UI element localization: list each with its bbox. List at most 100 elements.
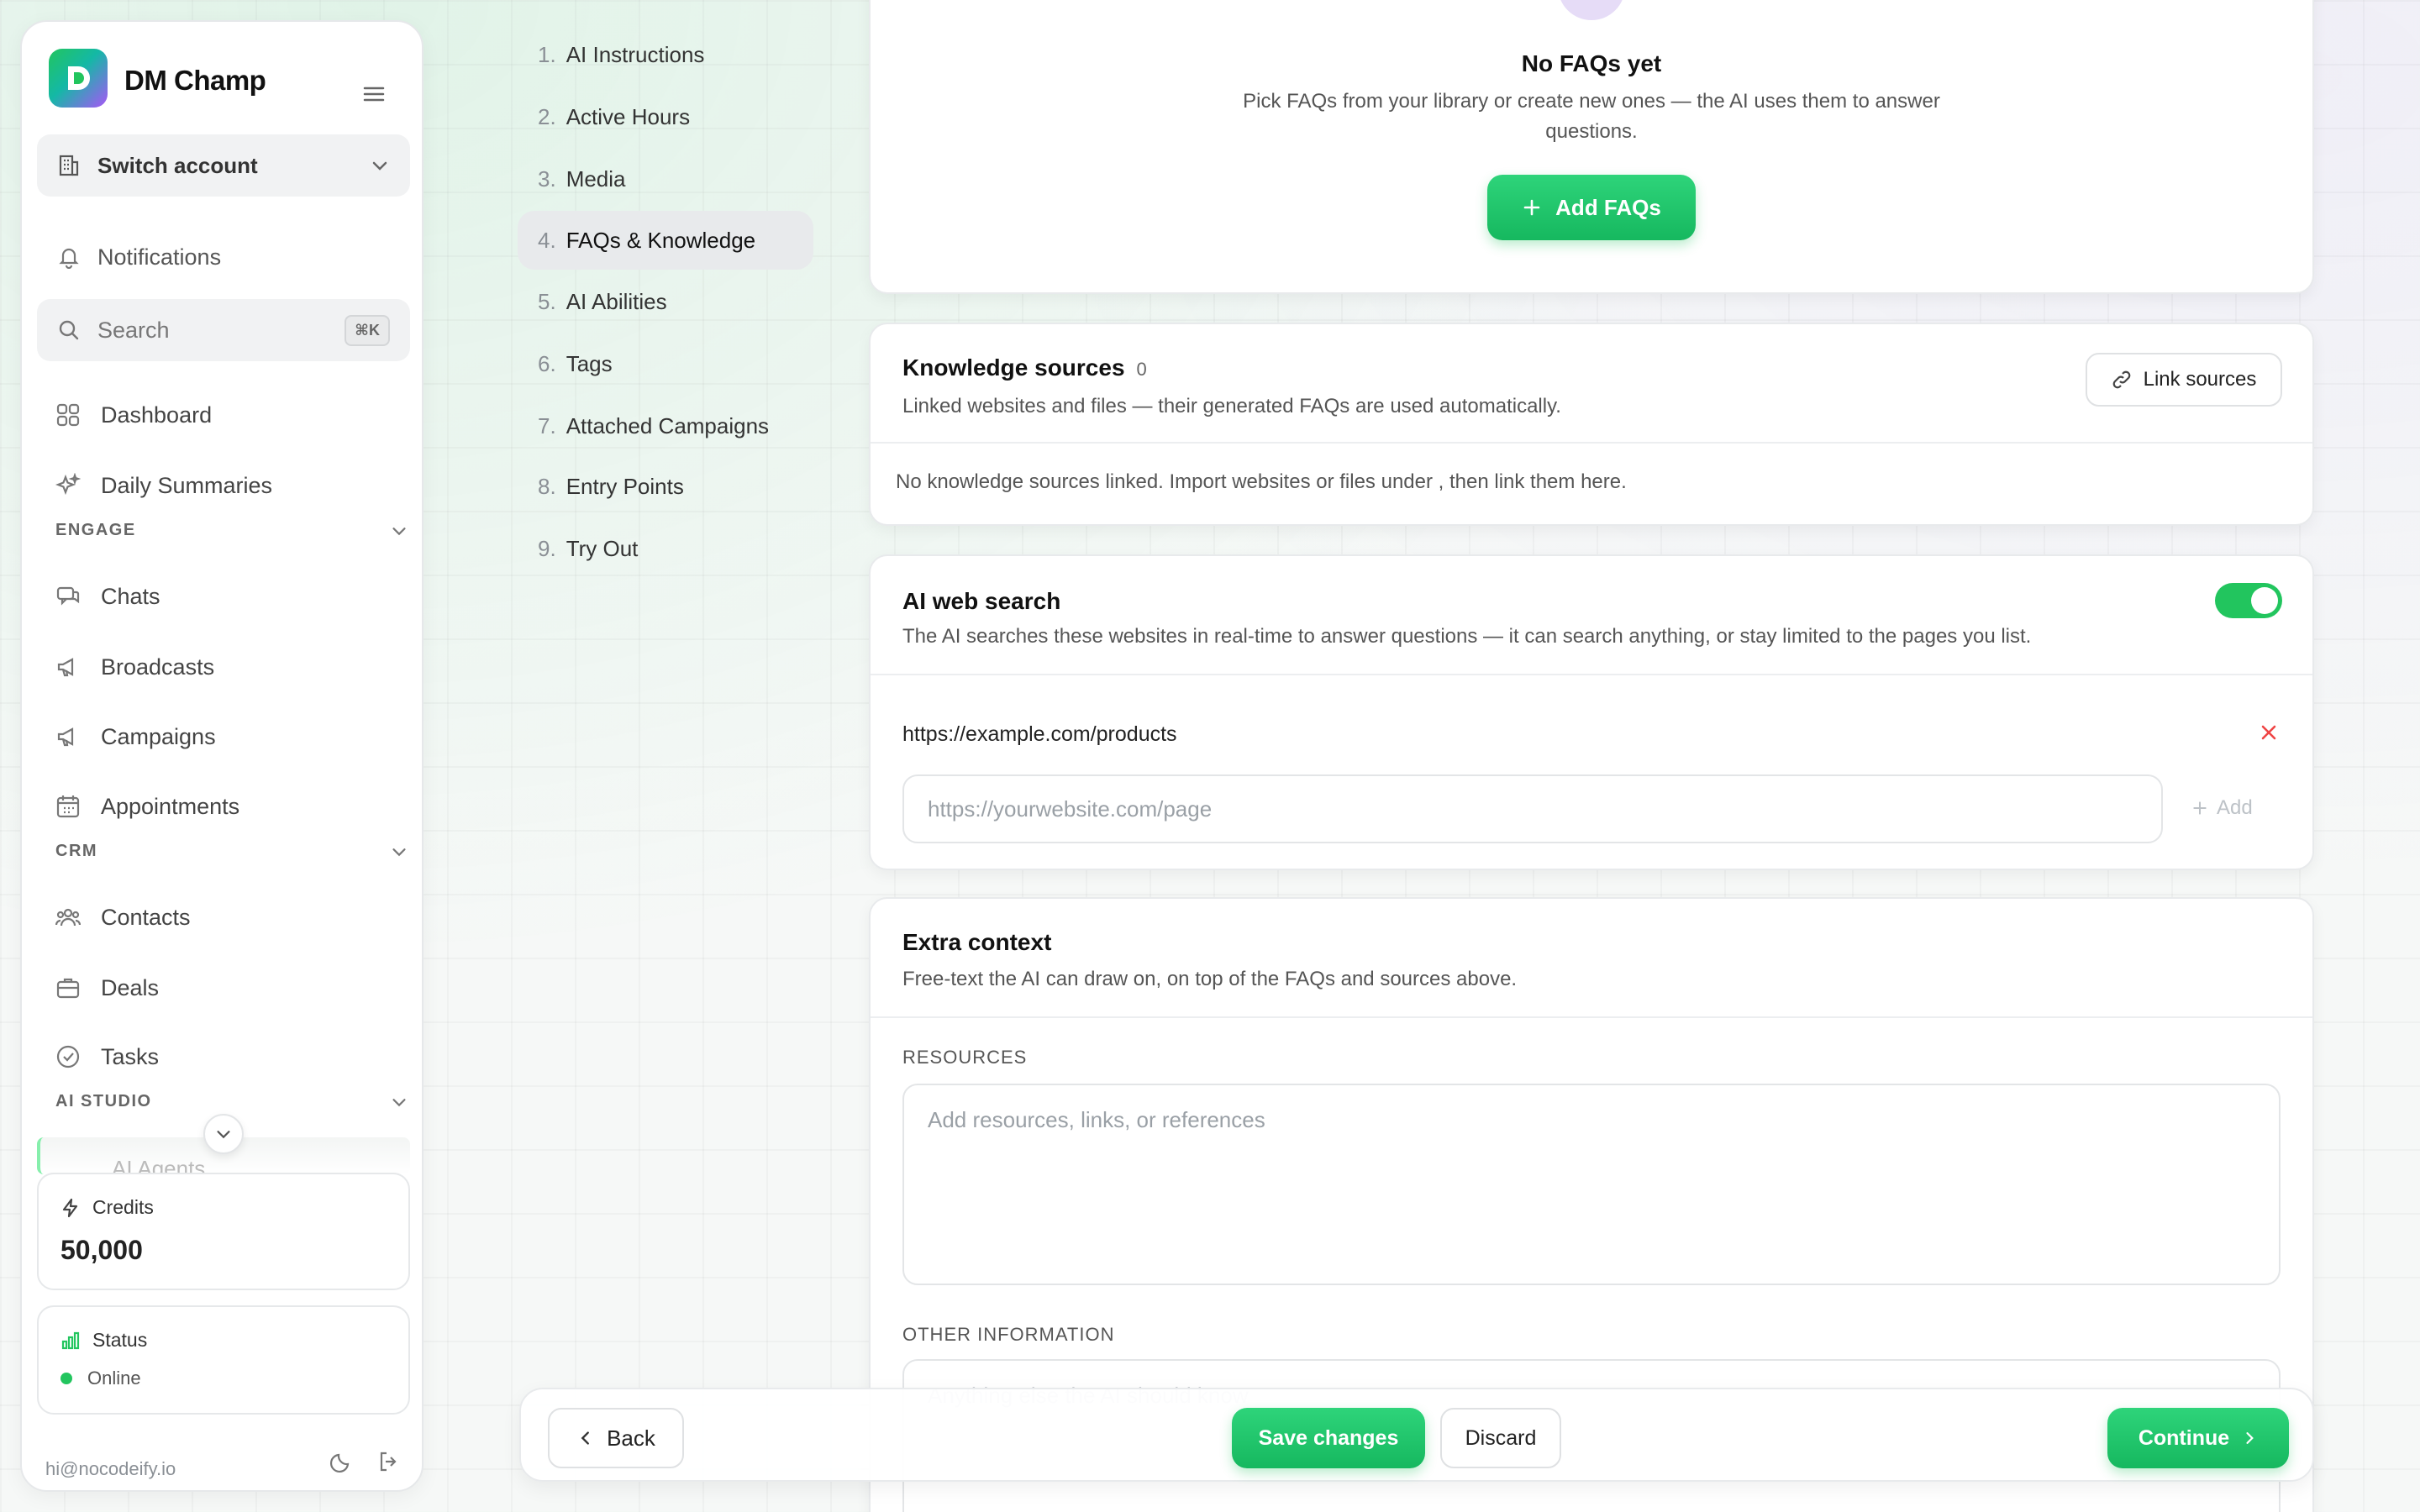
plus-icon	[2193, 801, 2207, 815]
status-header: Status	[60, 1329, 147, 1352]
briefcase-icon	[56, 978, 80, 999]
notifications-item[interactable]: Notifications	[37, 226, 410, 288]
knowledge-title: Knowledge sources	[902, 354, 1125, 381]
step-label: AI Instructions	[566, 41, 705, 67]
bar-chart-icon	[61, 1331, 80, 1349]
notifications-label: Notifications	[97, 244, 222, 270]
resources-placeholder: Add resources, links, or references	[928, 1107, 1265, 1132]
step-tags[interactable]: 6. Tags	[518, 334, 813, 393]
step-try-out[interactable]: 9. Try Out	[518, 519, 813, 578]
step-label: AI Abilities	[566, 288, 667, 314]
sidebar-item-label: Dashboard	[101, 402, 213, 428]
step-label: Tags	[566, 350, 613, 376]
section-ai-studio[interactable]: AI STUDIO	[55, 1092, 408, 1111]
chevron-down-icon	[392, 848, 406, 856]
menu-toggle-icon[interactable]	[363, 86, 385, 107]
back-button[interactable]: Back	[548, 1408, 684, 1468]
step-media[interactable]: 3. Media	[518, 150, 813, 208]
switch-account-button[interactable]: Switch account	[37, 134, 410, 197]
step-entry-points[interactable]: 8. Entry Points	[518, 457, 813, 516]
sidebar-item-appointments[interactable]: Appointments	[55, 776, 408, 837]
chevron-down-icon	[217, 1131, 230, 1139]
switch-account-label: Switch account	[97, 152, 258, 178]
extra-context-subtitle: Free-text the AI can draw on, on top of …	[902, 968, 1518, 990]
users-icon	[55, 908, 81, 927]
step-number: 7.	[538, 412, 556, 438]
step-ai-instructions[interactable]: 1. AI Instructions	[518, 25, 813, 84]
step-label: Media	[566, 165, 626, 192]
step-number: 4.	[538, 227, 556, 253]
sidebar-item-label: Contacts	[101, 904, 191, 930]
status-indicator: Online	[60, 1368, 141, 1389]
url-input-placeholder: https://yourwebsite.com/page	[928, 795, 1213, 822]
add-url-button[interactable]: Add	[2191, 796, 2253, 820]
status-label: Status	[92, 1329, 148, 1351]
logout-icon[interactable]	[376, 1450, 400, 1473]
extra-context-title: Extra context	[902, 929, 1052, 955]
status-card[interactable]: Status Online	[37, 1305, 410, 1415]
web-search-subtitle: The AI searches these websites in real-t…	[902, 625, 2032, 648]
sidebar-item-deals[interactable]: Deals	[55, 958, 408, 1018]
step-attached-campaigns[interactable]: 7. Attached Campaigns	[518, 396, 813, 455]
logo-icon	[68, 66, 90, 90]
close-icon	[2261, 725, 2276, 740]
sidebar-item-dashboard[interactable]: Dashboard	[55, 385, 408, 445]
sidebar-item-tasks[interactable]: Tasks	[55, 1026, 408, 1087]
step-active-hours[interactable]: 2. Active Hours	[518, 87, 813, 146]
step-label: Entry Points	[566, 473, 684, 499]
search-shortcut: ⌘K	[345, 314, 390, 346]
faqs-card: No FAQs yet Pick FAQs from your library …	[869, 0, 2314, 294]
remove-url-button[interactable]	[2259, 722, 2279, 747]
resources-textarea[interactable]: Add resources, links, or references	[902, 1084, 2281, 1285]
footer-actions	[329, 1450, 400, 1473]
add-url-label: Add	[2217, 796, 2253, 819]
divider	[871, 1016, 2312, 1018]
web-search-url: https://example.com/products	[902, 722, 1177, 746]
user-email: hi@nocodeify.io	[45, 1458, 176, 1479]
plus-icon	[1523, 199, 1540, 216]
step-number: 5.	[538, 288, 556, 314]
link-sources-button[interactable]: Link sources	[2086, 353, 2282, 407]
knowledge-subtitle: Linked websites and files — their genera…	[902, 395, 1561, 417]
toggle-knob	[2251, 587, 2278, 614]
credits-header: Credits	[60, 1196, 154, 1219]
sidebar-item-label: Broadcasts	[101, 654, 215, 680]
search-input[interactable]: Search ⌘K	[37, 299, 410, 361]
faqs-empty-desc: Pick FAQs from your library or create ne…	[1243, 90, 1940, 113]
building-icon	[59, 155, 79, 176]
sidebar: DM Champ Switch account Notifications Se…	[20, 20, 424, 1492]
scroll-down-button[interactable]	[203, 1114, 244, 1154]
sidebar-item-chats[interactable]: Chats	[55, 566, 408, 627]
discard-button[interactable]: Discard	[1440, 1408, 1561, 1468]
check-circle-icon	[56, 1045, 80, 1068]
divider	[871, 674, 2312, 675]
chevron-down-icon	[392, 1098, 406, 1106]
web-search-toggle[interactable]	[2215, 583, 2282, 618]
step-label: FAQs & Knowledge	[566, 227, 756, 253]
step-faqs-knowledge[interactable]: 4. FAQs & Knowledge	[518, 211, 813, 270]
chat-icon	[56, 586, 80, 606]
section-crm[interactable]: CRM	[55, 842, 408, 861]
chevron-down-icon	[372, 161, 387, 171]
section-title: AI STUDIO	[55, 1092, 152, 1110]
sidebar-item-broadcasts[interactable]: Broadcasts	[55, 637, 408, 697]
moon-icon[interactable]	[329, 1450, 353, 1473]
step-number: 9.	[538, 535, 556, 561]
continue-button[interactable]: Continue	[2107, 1408, 2289, 1468]
step-number: 6.	[538, 350, 556, 376]
step-ai-abilities[interactable]: 5. AI Abilities	[518, 272, 813, 331]
chevron-right-icon	[2246, 1432, 2254, 1444]
sidebar-item-daily-summaries[interactable]: Daily Summaries	[55, 455, 408, 516]
megaphone-icon	[57, 727, 74, 747]
lightning-icon	[62, 1198, 78, 1217]
save-changes-label: Save changes	[1258, 1425, 1399, 1450]
save-changes-button[interactable]: Save changes	[1232, 1408, 1425, 1468]
section-engage[interactable]: ENGAGE	[55, 521, 408, 540]
url-input[interactable]: https://yourwebsite.com/page	[902, 774, 2163, 843]
sidebar-item-contacts[interactable]: Contacts	[55, 887, 408, 948]
add-faqs-button[interactable]: Add FAQs	[1487, 175, 1696, 240]
credits-card[interactable]: Credits 50,000	[37, 1173, 410, 1290]
resources-label: RESOURCES	[902, 1047, 1028, 1068]
sidebar-item-campaigns[interactable]: Campaigns	[55, 706, 408, 767]
brand-logo[interactable]	[49, 49, 108, 108]
